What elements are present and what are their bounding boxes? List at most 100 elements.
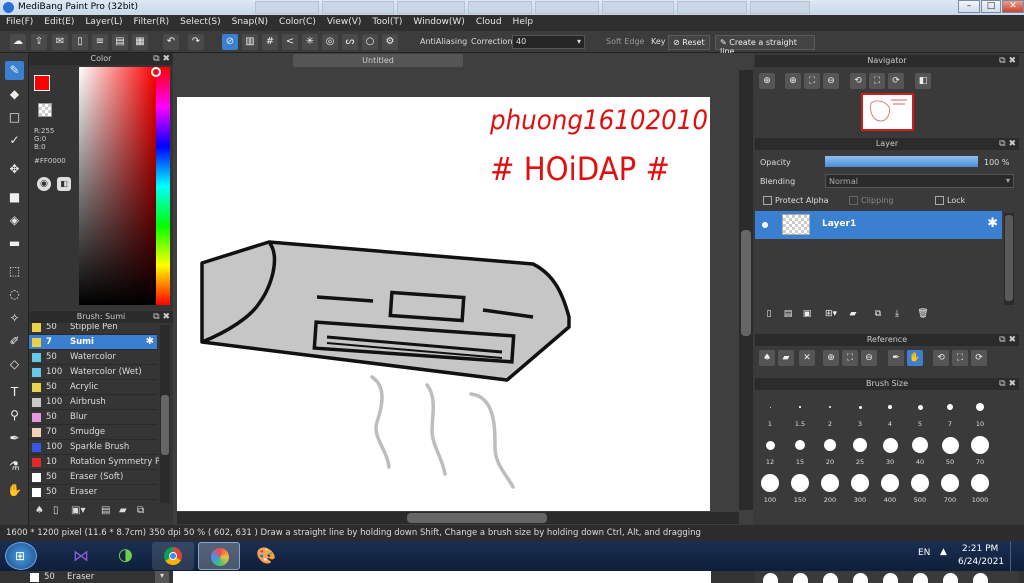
grid-icon[interactable]: ▦ [132, 34, 148, 50]
select-pen-icon[interactable]: ✐ [5, 332, 24, 351]
grid-snap-icon[interactable]: # [262, 34, 278, 50]
rotate-left-icon[interactable]: ⟲ [933, 350, 949, 366]
hand-tool-icon[interactable]: ✋ [5, 481, 24, 500]
brush-item[interactable]: 50 Watercolor [29, 350, 157, 365]
horizontal-scrollbar[interactable] [177, 512, 739, 524]
gradient-tool-icon[interactable]: ▬ [5, 234, 24, 253]
brush-size-option[interactable]: 500 [905, 468, 935, 506]
document-tab[interactable]: Untitled [293, 54, 463, 67]
brush-scrollbar[interactable] [160, 325, 170, 503]
brush-size-option[interactable]: 5 [905, 392, 935, 430]
snap-off-icon[interactable]: ⊘ [222, 34, 238, 50]
brush-item[interactable]: 50 Eraser [29, 485, 157, 500]
menu-window[interactable]: Window(W) [407, 15, 469, 27]
fullscreen-icon[interactable]: ⛶ [869, 73, 885, 89]
trash-icon[interactable]: 🗑 [915, 306, 931, 322]
visual-studio-app[interactable]: ⋈ [60, 542, 102, 570]
correction-dropdown[interactable]: 40 ▾ [512, 35, 585, 49]
opacity-slider[interactable] [825, 156, 978, 167]
brush-size-option[interactable]: 2 [815, 392, 845, 430]
brush-size-option[interactable]: 200 [815, 468, 845, 506]
brush-size-option[interactable]: 100 [755, 468, 785, 506]
brush-size-option[interactable]: 40 [905, 430, 935, 468]
comment-icon[interactable]: ✉ [52, 34, 68, 50]
gear-icon[interactable]: ✱ [987, 216, 998, 231]
menu-edit[interactable]: Edit(E) [38, 15, 79, 27]
vertical-scrollbar[interactable] [739, 70, 753, 510]
folder-open-icon[interactable]: ▰ [778, 350, 794, 366]
brush-doc-icon[interactable]: ▤ [101, 505, 113, 517]
menu-color[interactable]: Color(C) [273, 15, 321, 27]
clock-time[interactable]: 2:21 PM [962, 544, 998, 554]
brush-size-option[interactable]: 400 [875, 468, 905, 506]
radial-snap-icon[interactable]: ✳ [302, 34, 318, 50]
upload-icon[interactable]: ⇪ [31, 34, 47, 50]
layer-scrollbar[interactable] [1004, 213, 1014, 305]
brush-item[interactable]: 70 Smudge [29, 425, 157, 440]
brush-item[interactable]: 50 Stipple Pen [29, 323, 157, 335]
parallel-snap-icon[interactable]: ▥ [242, 34, 258, 50]
primary-color-swatch[interactable] [34, 75, 50, 91]
brush-item[interactable]: 100 Sparkle Brush [29, 440, 157, 455]
eraser-tool-icon[interactable]: ◆ [5, 85, 24, 104]
menu-snap[interactable]: Snap(N) [226, 15, 273, 27]
tray-chevron-up-icon[interactable]: ▲ [940, 547, 947, 557]
new-file-icon[interactable]: ▯ [72, 34, 88, 50]
layer-row-layer1[interactable]: Layer1 ✱ [755, 211, 1002, 239]
zoom-out-icon[interactable]: ⊖ [823, 73, 839, 89]
brush-size-option[interactable]: 12 [755, 430, 785, 468]
minimize-button[interactable]: – [958, 0, 980, 13]
brush-item[interactable]: 50 Blur [29, 410, 157, 425]
navigator-thumbnail[interactable] [861, 93, 914, 131]
zoom-icon[interactable]: ⊕ [785, 73, 801, 89]
flip-icon[interactable]: ◧ [915, 73, 931, 89]
rotate-left-icon[interactable]: ⟲ [850, 73, 866, 89]
eyedropper-icon[interactable]: ⚗ [5, 457, 24, 476]
zoom-in-icon[interactable]: ⊕ [759, 73, 775, 89]
palette-icon[interactable]: ◉ [37, 177, 51, 191]
layer-menu-icon[interactable]: ⊞▾ [819, 306, 843, 322]
close-icon[interactable]: ⧉ ✖ [999, 55, 1016, 67]
close-icon[interactable]: ⧉ ✖ [153, 311, 170, 323]
reference-close-icon[interactable]: ✕ [799, 350, 815, 366]
brush-size-option[interactable]: 150 [785, 468, 815, 506]
zoom-out-icon[interactable]: ⊖ [861, 350, 877, 366]
lock-checkbox[interactable] [935, 196, 944, 205]
paint-app[interactable]: ◑ [106, 542, 148, 570]
text-tool-icon[interactable]: T [5, 383, 24, 402]
brush-tool-icon[interactable]: ✎ [5, 61, 24, 80]
fit-icon[interactable]: ⛶ [804, 73, 820, 89]
protect-alpha-checkbox[interactable] [763, 196, 772, 205]
brush-item[interactable]: 100 Airbrush [29, 395, 157, 410]
folder-icon[interactable]: ▰ [845, 306, 861, 322]
concentric-snap-icon[interactable]: ◎ [322, 34, 338, 50]
brush-size-option[interactable]: 1 [755, 392, 785, 430]
fullscreen-icon[interactable]: ⛶ [952, 350, 968, 366]
menu-select[interactable]: Select(S) [174, 15, 226, 27]
chevron-down-icon[interactable]: ▾ [155, 571, 169, 583]
brush-menu-icon[interactable]: ▣▾ [71, 505, 89, 517]
brush-item[interactable]: 50 Eraser (Soft) [29, 470, 157, 485]
menu-filter[interactable]: Filter(R) [128, 15, 175, 27]
menu-layer[interactable]: Layer(L) [79, 15, 127, 27]
saturation-value-field[interactable] [79, 67, 156, 305]
brush-size-option[interactable]: 300 [845, 468, 875, 506]
brush-item[interactable]: 50 Acrylic [29, 380, 157, 395]
curve-snap-icon[interactable]: ᔕ [342, 34, 358, 50]
close-icon[interactable]: ⧉ ✖ [999, 138, 1016, 150]
history-icon[interactable]: ◧ [57, 177, 71, 191]
perspective-snap-icon[interactable]: < [282, 34, 298, 50]
new-brush-icon[interactable]: ▯ [53, 505, 65, 517]
fit-icon[interactable]: ⛶ [842, 350, 858, 366]
brush-size-option[interactable]: 7 [935, 392, 965, 430]
brush-size-option[interactable]: 25 [845, 430, 875, 468]
hand-icon[interactable]: ✋ [907, 350, 923, 366]
start-button[interactable]: ⊞ [5, 542, 37, 570]
close-button[interactable]: ✕ [1002, 0, 1024, 13]
language-indicator[interactable]: EN [918, 548, 930, 558]
brush-size-option[interactable]: 10 [965, 392, 995, 430]
reset-button[interactable]: ⊘ Reset [668, 35, 710, 50]
eyedropper-icon[interactable]: ✒ [888, 350, 904, 366]
redo-icon[interactable]: ↷ [188, 34, 204, 50]
new-halftone-layer-icon[interactable]: ▤ [780, 306, 796, 322]
